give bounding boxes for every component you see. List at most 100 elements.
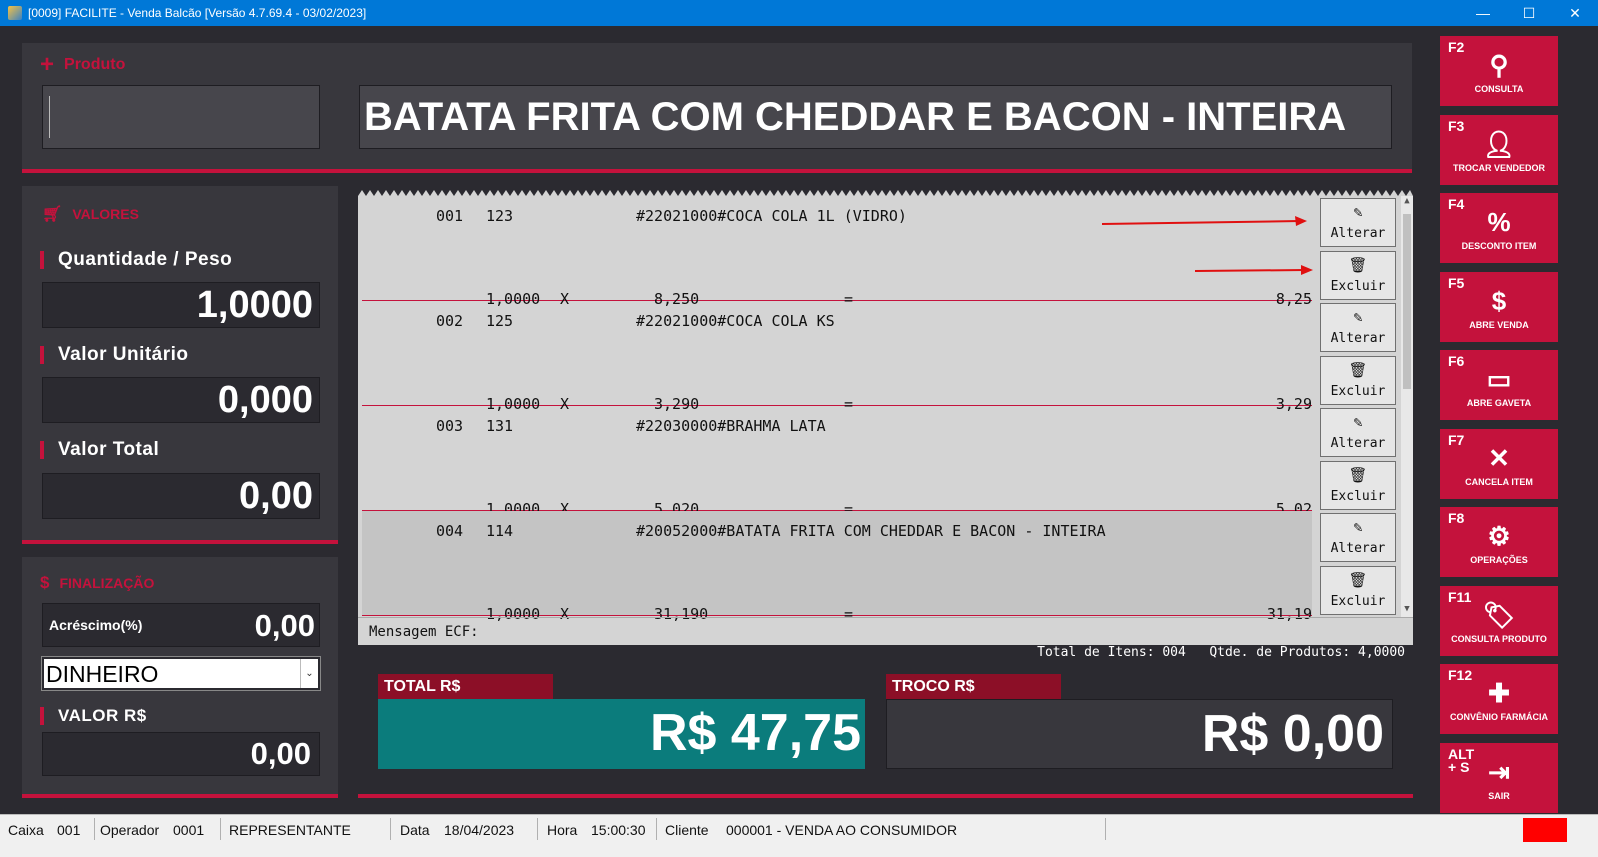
side-button-label: CONSULTA (1474, 84, 1524, 94)
chevron-down-icon[interactable]: ⌄ (300, 659, 318, 688)
plus-icon: + (40, 51, 55, 78)
items-summary: Total de Itens: 004 Qtde. de Produtos: 4… (1037, 645, 1405, 660)
percent-icon: % (1487, 207, 1511, 237)
quantidade-field[interactable]: 1,0000 (42, 282, 320, 328)
item-code: 131 (486, 417, 514, 435)
acrescimo-field[interactable]: Acréscimo(%) 0,00 (42, 603, 320, 647)
pills-icon: ✚ (1488, 678, 1510, 708)
acrescimo-label: Acréscimo(%) (49, 617, 143, 633)
produto-section-label: + Produto (40, 51, 126, 78)
receipt-torn-edge (358, 188, 1413, 196)
maximize-button[interactable]: ☐ (1506, 0, 1552, 26)
delete-item-button[interactable]: 🗑︎ Excluir (1320, 461, 1396, 510)
hora-label: Hora (547, 822, 578, 838)
receipt-item-row[interactable]: 002 125 #22021000#COCA COLA KS 1,0000 X 3,290… (362, 301, 1312, 413)
operador-label: Operador (100, 822, 160, 838)
receipt-scrollbar[interactable]: ▲ ▼ (1401, 196, 1413, 618)
cliente-value: 000001 - VENDA AO CONSUMIDOR (726, 822, 958, 838)
close-icon: ✕ (1488, 442, 1510, 473)
receipt-item-row[interactable]: 003 131 #22030000#BRAHMA LATA 1,0000 X 5,020 =… (362, 406, 1312, 518)
item-action-label: Excluir (1330, 489, 1386, 504)
side-button-sair[interactable]: ALT + S ⇥ SAIR (1440, 742, 1558, 813)
side-button-label: ABRE VENDA (1469, 319, 1529, 330)
gear-icon: ⚙ (1487, 521, 1511, 551)
dollar-icon: $ (40, 573, 50, 592)
user-icon: 👤︎ (1482, 128, 1516, 159)
edit-item-button[interactable]: ✎ Alterar (1320, 198, 1396, 247)
scroll-up-icon[interactable]: ▲ (1401, 196, 1413, 210)
side-button-trocar-vendedor[interactable]: F3 👤︎ TROCAR VENDEDOR (1440, 114, 1558, 185)
caixa-value: 001 (57, 822, 81, 838)
payment-method-select[interactable]: DINHEIRO ⌄ (41, 656, 321, 691)
side-button-cancela-item[interactable]: F7 ✕ CANCELA ITEM (1440, 428, 1558, 499)
delete-item-button[interactable]: 🗑︎ Excluir (1320, 356, 1396, 405)
data-label: Data (400, 822, 430, 838)
close-window-button[interactable]: ✕ (1552, 0, 1598, 26)
item-action-label: Alterar (1330, 436, 1386, 451)
item-code: 123 (486, 207, 514, 225)
total-label: Valor Total (40, 439, 159, 461)
item-code: 125 (486, 312, 514, 330)
scroll-down-icon[interactable]: ▼ (1401, 604, 1413, 618)
valor-total-field[interactable]: 0,00 (42, 473, 320, 519)
item-desc: #22021000#COCA COLA KS (636, 312, 835, 330)
dollar-icon: $ (1491, 285, 1507, 316)
side-button-abre-gaveta[interactable]: F6 ▭ ABRE GAVETA (1440, 350, 1558, 420)
delete-item-button[interactable]: 🗑︎ Excluir (1320, 251, 1396, 300)
pencil-icon: ✎ (1353, 308, 1363, 326)
statusbar: Caixa 001 Operador 0001 REPRESENTANTE Da… (0, 814, 1598, 857)
total-label-tab: TOTAL R$ (378, 674, 553, 700)
item-action-label: Alterar (1330, 331, 1386, 346)
delete-item-button[interactable]: 🗑︎ Excluir (1320, 566, 1396, 615)
item-seq: 003 (436, 417, 464, 435)
side-button-consulta-produto[interactable]: F11 🏷︎ CONSULTA PRODUTO (1440, 585, 1558, 656)
side-button-opera-es[interactable]: F8 ⚙ OPERAÇÕES (1440, 507, 1558, 577)
edit-item-button[interactable]: ✎ Alterar (1320, 408, 1396, 457)
pencil-icon: ✎ (1353, 413, 1363, 431)
item-desc: #22021000#COCA COLA 1L (VIDRO) (636, 207, 907, 225)
side-button-label: DESCONTO ITEM (1461, 241, 1537, 251)
valor-label: VALOR R$ (40, 706, 147, 726)
side-button-consulta[interactable]: F2 ⚲ CONSULTA (1440, 36, 1558, 106)
item-action-label: Alterar (1330, 226, 1386, 241)
hora-value: 15:00:30 (591, 822, 646, 838)
item-seq: 004 (436, 522, 464, 540)
edit-item-button[interactable]: ✎ Alterar (1320, 303, 1396, 352)
drawer-icon: ▭ (1486, 364, 1512, 394)
side-button-conv-nio-farm-cia[interactable]: F12 ✚ CONVÊNIO FARMÁCIA (1440, 664, 1558, 734)
exit-icon: ⇥ (1488, 756, 1510, 787)
item-desc: #20052000#BATATA FRITA COM CHEDDAR E BAC… (636, 522, 1106, 540)
troco-label-tab: TROCO R$ (886, 674, 1061, 700)
pencil-icon: ✎ (1353, 203, 1363, 221)
edit-item-button[interactable]: ✎ Alterar (1320, 513, 1396, 562)
side-button-label: CONSULTA PRODUTO (1451, 633, 1547, 644)
quantidade-label: Quantidade / Peso (40, 249, 232, 271)
representante: REPRESENTANTE (229, 822, 351, 838)
cliente-label: Cliente (665, 822, 709, 838)
side-button-label: ABRE GAVETA (1466, 398, 1532, 408)
finalizacao-section-label: $ FINALIZAÇÃO (40, 573, 155, 592)
tag-icon: 🏷︎ (1482, 599, 1516, 630)
valor-field[interactable]: 0,00 (42, 732, 320, 776)
status-indicator (1523, 818, 1567, 842)
item-seq: 001 (436, 207, 464, 225)
minimize-button[interactable]: — (1460, 0, 1506, 26)
text-cursor (49, 96, 50, 138)
current-product-display: BATATA FRITA COM CHEDDAR E BACON - INTEI… (359, 85, 1392, 149)
side-button-label: OPERAÇÕES (1470, 555, 1528, 565)
side-button-desconto-item[interactable]: F4% DESCONTO ITEM (1440, 193, 1558, 263)
produto-panel: + Produto BATATA FRITA COM CHEDDAR E BAC… (22, 43, 1412, 173)
unitario-label: Valor Unitário (40, 344, 189, 366)
produto-input[interactable] (42, 85, 320, 149)
valores-section-label: 🛒︎ VALORES (42, 206, 139, 223)
cart-icon: 🛒︎ (42, 206, 63, 223)
item-desc: #22030000#BRAHMA LATA (636, 417, 826, 435)
receipt-item-row[interactable]: 004 114 #20052000#BATATA FRITA COM CHEDDAR… (362, 511, 1312, 623)
unitario-field[interactable]: 0,000 (42, 377, 320, 423)
item-action-label: Excluir (1330, 384, 1386, 399)
totals-panel: Total de Itens: 004 Qtde. de Produtos: 4… (358, 645, 1413, 798)
scroll-thumb[interactable] (1403, 214, 1411, 389)
finalizacao-panel: $ FINALIZAÇÃO Acréscimo(%) 0,00 DINHEIRO… (22, 557, 338, 798)
item-code: 114 (486, 522, 514, 540)
side-button-abre-venda[interactable]: F5 $ ABRE VENDA (1440, 271, 1558, 342)
